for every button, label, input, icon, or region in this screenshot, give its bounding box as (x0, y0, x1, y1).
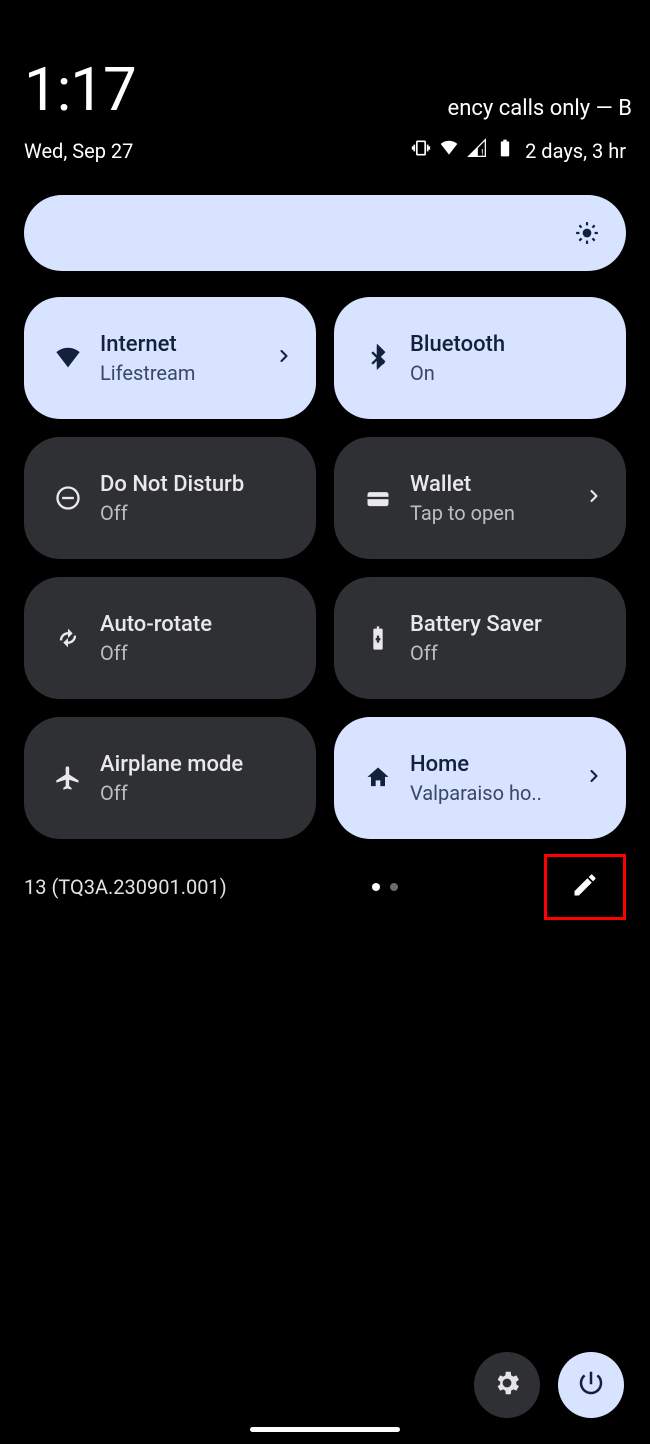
tile-subtitle: Off (410, 641, 604, 665)
status-header: 1:17 ency calls only — B Wed, Sep 27 ! 2… (0, 0, 650, 163)
tile-airplane[interactable]: Airplane mode Off (24, 717, 316, 839)
page-dot-0 (372, 883, 380, 891)
tile-subtitle: Valparaiso ho.. (410, 781, 604, 805)
date: Wed, Sep 27 (24, 139, 133, 163)
chevron-right-icon (584, 486, 604, 510)
tile-title: Wallet (410, 472, 604, 497)
carrier-text: ency calls only — B (448, 96, 632, 121)
wallet-icon (356, 484, 400, 512)
svg-text:!: ! (481, 149, 483, 159)
tile-wallet[interactable]: Wallet Tap to open (334, 437, 626, 559)
battery-remaining: 2 days, 3 hr (525, 139, 626, 163)
tile-grid: Internet Lifestream Bluetooth On Do Not Dist… (24, 297, 626, 839)
power-button[interactable] (558, 1352, 624, 1418)
tile-title: Airplane mode (100, 752, 294, 777)
gear-icon (492, 1368, 522, 1402)
quick-settings-panel: 1:17 ency calls only — B Wed, Sep 27 ! 2… (0, 0, 650, 1444)
status-icons: ! 2 days, 3 hr (411, 138, 626, 163)
tile-subtitle: On (410, 361, 604, 385)
battery-icon (495, 138, 515, 163)
home-icon (356, 764, 400, 792)
build-label: 13 (TQ3A.230901.001) (24, 875, 227, 899)
tile-subtitle: Off (100, 641, 294, 665)
battery-icon (356, 624, 400, 652)
tile-internet[interactable]: Internet Lifestream (24, 297, 316, 419)
edit-tiles-button[interactable] (544, 854, 626, 920)
tile-title: Do Not Disturb (100, 472, 294, 497)
tile-batterysaver[interactable]: Battery Saver Off (334, 577, 626, 699)
tile-dnd[interactable]: Do Not Disturb Off (24, 437, 316, 559)
settings-button[interactable] (474, 1352, 540, 1418)
dnd-icon (46, 484, 90, 512)
wifi-icon (46, 344, 90, 372)
page-dot-1 (390, 883, 398, 891)
page-dots[interactable] (227, 883, 544, 891)
power-icon (576, 1368, 606, 1402)
tile-autorotate[interactable]: Auto-rotate Off (24, 577, 316, 699)
bluetooth-icon (356, 344, 400, 372)
tile-home[interactable]: Home Valparaiso ho.. (334, 717, 626, 839)
tile-title: Auto-rotate (100, 612, 294, 637)
brightness-icon (574, 220, 600, 246)
tile-subtitle: Lifestream (100, 361, 294, 385)
pencil-icon (571, 871, 599, 903)
rotate-icon (46, 624, 90, 652)
tile-subtitle: Tap to open (410, 501, 604, 525)
tile-title: Battery Saver (410, 612, 604, 637)
chevron-right-icon (274, 346, 294, 370)
brightness-slider[interactable] (24, 195, 626, 271)
bottom-bar (474, 1352, 624, 1418)
chevron-right-icon (584, 766, 604, 790)
tile-title: Bluetooth (410, 332, 604, 357)
wifi-icon (439, 138, 459, 163)
tile-bluetooth[interactable]: Bluetooth On (334, 297, 626, 419)
footer-row: 13 (TQ3A.230901.001) (24, 865, 626, 909)
tile-title: Home (410, 752, 604, 777)
tile-subtitle: Off (100, 501, 294, 525)
vibrate-icon (411, 138, 431, 163)
signal-icon: ! (467, 138, 487, 163)
nav-handle[interactable] (250, 1427, 400, 1432)
plane-icon (46, 764, 90, 792)
tile-title: Internet (100, 332, 294, 357)
tile-subtitle: Off (100, 781, 294, 805)
